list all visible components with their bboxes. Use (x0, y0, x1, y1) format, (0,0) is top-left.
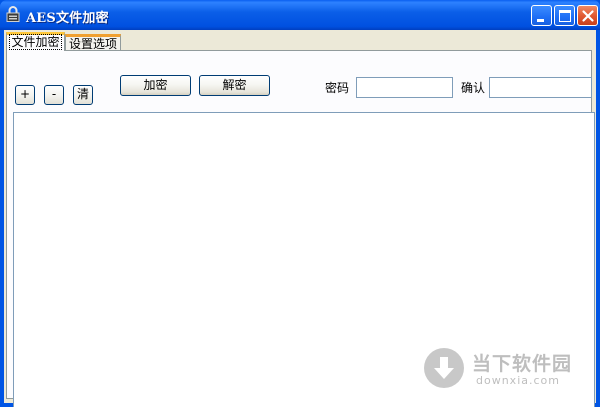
app-window: AES文件加密 文件加密 设置选项 + - 清 加密 解密 密码 确认 当下软件… (0, 0, 600, 407)
tab-panel: + - 清 加密 解密 密码 确认 (6, 50, 595, 407)
minimize-button[interactable] (531, 5, 552, 26)
confirm-password-input[interactable] (489, 77, 592, 98)
tab-file-encrypt[interactable]: 文件加密 (6, 32, 65, 51)
watermark-subtitle: downxia.com (476, 374, 560, 387)
password-input[interactable] (356, 77, 453, 98)
add-file-button[interactable]: + (15, 85, 35, 105)
password-label: 密码 (325, 81, 350, 95)
maximize-icon (559, 10, 571, 22)
close-button[interactable] (577, 5, 598, 26)
confirm-label: 确认 (461, 81, 486, 95)
tab-label: 设置选项 (68, 37, 117, 51)
minimize-icon (537, 19, 544, 22)
lock-icon (6, 6, 20, 22)
clear-list-button[interactable]: 清 (73, 85, 93, 105)
window-title: AES文件加密 (26, 11, 109, 26)
tab-label: 文件加密 (9, 34, 62, 50)
close-icon (582, 10, 594, 22)
title-bar[interactable]: AES文件加密 (0, 0, 600, 30)
decrypt-button[interactable]: 解密 (199, 75, 270, 96)
remove-file-button[interactable]: - (44, 85, 64, 105)
window-client-area: 文件加密 设置选项 + - 清 加密 解密 密码 确认 当下软件园 downxi… (4, 30, 596, 407)
maximize-button[interactable] (554, 5, 575, 26)
watermark-title: 当下软件园 (472, 353, 573, 375)
encrypt-button[interactable]: 加密 (120, 75, 191, 96)
download-icon (424, 348, 464, 388)
watermark-logo: 当下软件园 downxia.com (424, 348, 584, 392)
tab-settings[interactable]: 设置选项 (65, 34, 121, 51)
